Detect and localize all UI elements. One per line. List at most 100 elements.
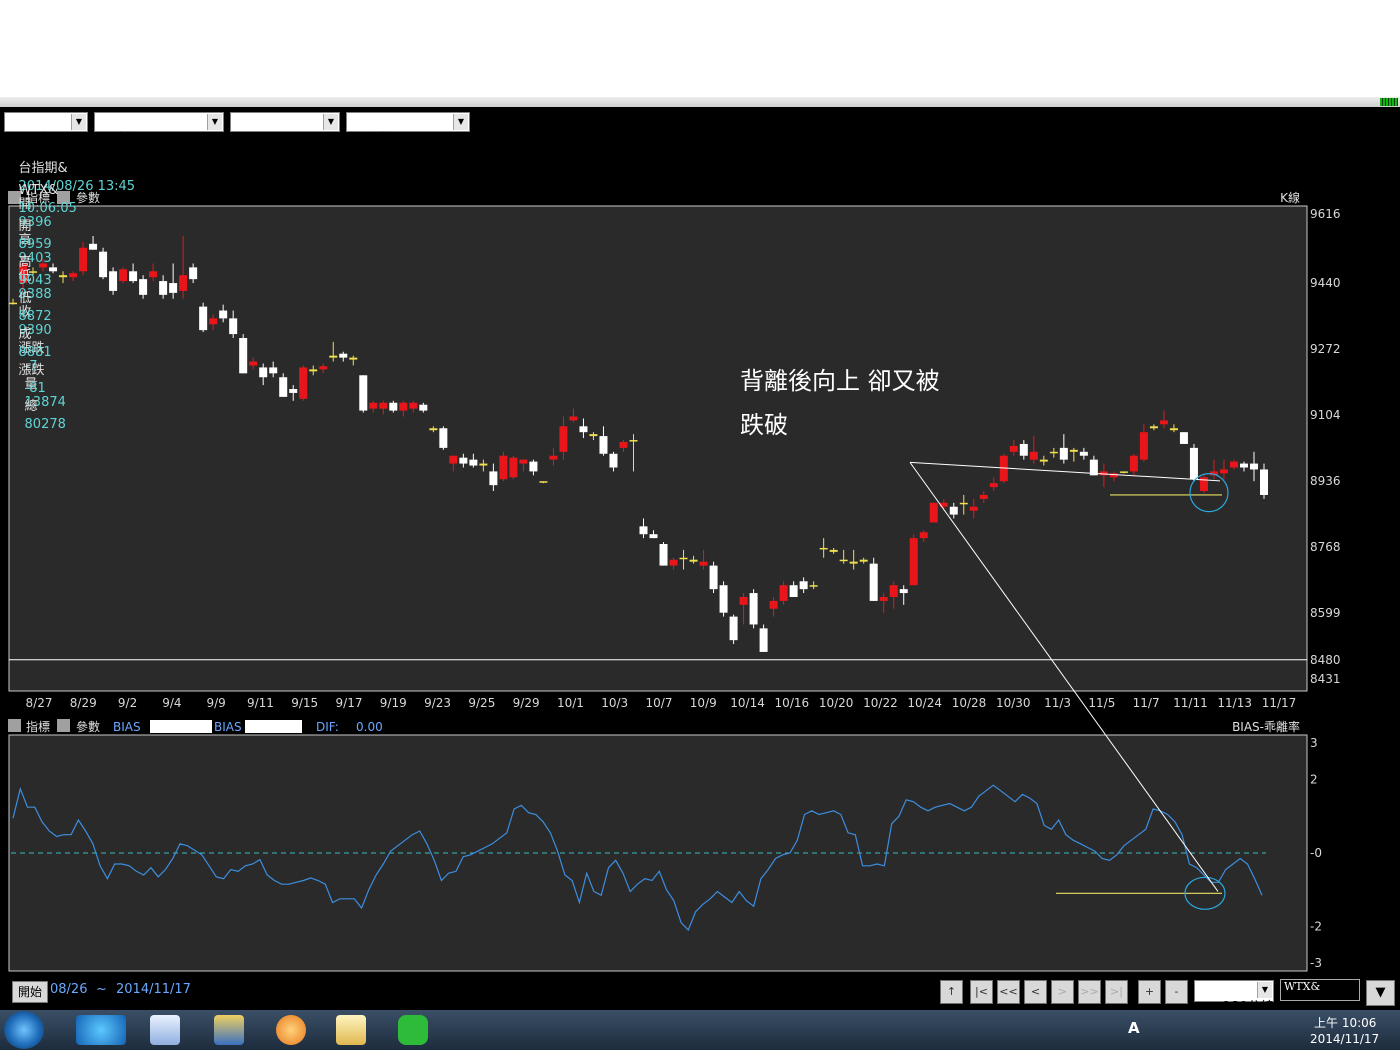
bias2-legend-label: BIAS (214, 720, 242, 734)
x-tick-label: 10/20 (819, 696, 854, 710)
start-button[interactable]: 開始 (12, 981, 48, 1003)
candle-body (299, 367, 308, 399)
bias-legend-label: BIAS (113, 720, 141, 734)
chevron-down-icon[interactable]: ▼ (323, 114, 338, 130)
y-tick-label: 8431 (1310, 672, 1341, 686)
main-plot-area (8, 205, 1308, 692)
clock-time: 上午 10:06 (1314, 1016, 1377, 1030)
symbol-dropdown-button[interactable]: ▼ (1366, 980, 1395, 1006)
candle-body (1229, 461, 1238, 468)
y-tick-label: 8936 (1310, 474, 1341, 488)
annotation-line1: 背離後向上 卻又被 (740, 367, 940, 395)
candle-body (389, 402, 398, 411)
candle-body (369, 402, 378, 409)
candle-body (149, 271, 158, 278)
candle-body (899, 589, 908, 594)
candle-body (909, 538, 918, 586)
nav-back-button[interactable]: < (1024, 980, 1047, 1004)
candle-body (759, 628, 768, 652)
browser-icon[interactable] (276, 1015, 306, 1045)
x-tick-label: 10/1 (557, 696, 584, 710)
candle-body (1029, 451, 1038, 460)
nav-fast-forward-button[interactable]: >> (1078, 980, 1101, 1004)
interval-select[interactable]: 180分線 ▼ (1194, 980, 1274, 1015)
candle-body (619, 441, 628, 448)
product-select[interactable]: 全商品 (ALL) ▼ (94, 112, 224, 147)
y-tick-label: 9616 (1310, 207, 1341, 221)
candle-body (269, 367, 278, 374)
symbol-input[interactable]: WTX& (1280, 979, 1360, 1001)
start-orb-icon[interactable] (4, 1011, 44, 1049)
y-tick-label: 9440 (1310, 276, 1341, 290)
line-app-icon[interactable] (398, 1015, 428, 1045)
candle-body (159, 281, 168, 295)
nav-last-button[interactable]: >| (1105, 980, 1128, 1004)
candle-body (979, 494, 988, 499)
param-tab-icon (57, 719, 70, 732)
market-select[interactable]: 期貨 ▼ (4, 112, 88, 147)
nav-first-button[interactable]: |< (970, 980, 993, 1004)
x-tick-label: 11/7 (1133, 696, 1160, 710)
contract-select[interactable]: 台指期1114 ▼ (346, 112, 470, 147)
nav-up-button[interactable]: ↑ (940, 980, 963, 1004)
candle-body (469, 459, 478, 466)
x-tick-label: 8/29 (70, 696, 97, 710)
x-tick-label: 10/24 (907, 696, 942, 710)
candle-body (1179, 432, 1188, 444)
candle-body (99, 251, 108, 278)
x-tick-label: 9/15 (291, 696, 318, 710)
candle-body (989, 483, 998, 488)
chevron-down-icon[interactable]: ▼ (207, 114, 222, 130)
candle-body (1219, 469, 1228, 474)
ime-mode-indicator[interactable]: A (1128, 1019, 1140, 1037)
candle-body (929, 502, 938, 523)
blank-margin (0, 0, 1400, 97)
candle-body (739, 596, 748, 605)
change-value: -81 (24, 381, 46, 396)
app-shortcut-icon[interactable] (214, 1015, 244, 1045)
candle-body (439, 428, 448, 448)
bias-y-tick-label: 2 (1310, 773, 1318, 787)
candle-body (69, 273, 78, 278)
indicator-tab-icon (8, 719, 21, 732)
candle-body (609, 453, 618, 468)
candle-body (179, 275, 188, 291)
chevron-down-icon[interactable]: ▼ (71, 114, 86, 130)
total-volume-value: 80278 (24, 417, 66, 432)
contract-month-select[interactable]: 近一 ▼ (230, 112, 340, 147)
candle-body (769, 600, 778, 609)
chevron-down-icon[interactable]: ▼ (1257, 982, 1272, 998)
zoom-out-button[interactable]: - (1165, 980, 1188, 1004)
open-value: 8959 (18, 237, 52, 252)
dif-value: 0.00 (356, 720, 383, 734)
nav-forward-button[interactable]: > (1051, 980, 1074, 1004)
candle-body (549, 455, 558, 460)
open-label: 開 (18, 219, 32, 234)
change-label: 漲跌 (18, 363, 45, 378)
zoom-in-button[interactable]: + (1138, 980, 1161, 1004)
x-tick-label: 10/30 (996, 696, 1031, 710)
range-end: 2014/11/17 (116, 982, 191, 997)
clock-date: 2014/11/17 (1310, 1032, 1380, 1046)
candle-body (349, 357, 358, 360)
chevron-down-icon[interactable]: ▼ (453, 114, 468, 130)
low-label: 低 (18, 291, 32, 306)
candle-body (669, 559, 678, 566)
candle-body (859, 559, 868, 562)
candle-body (1119, 471, 1128, 473)
candle-body (1189, 447, 1198, 480)
candle-body (1169, 428, 1178, 431)
annotation-line2: 跌破 (740, 411, 788, 439)
candle-body (249, 361, 258, 366)
bias-y-tick-label: 3 (1310, 736, 1318, 750)
contract-select-value: 台指期1114 (366, 132, 439, 147)
nav-fast-back-button[interactable]: << (997, 980, 1020, 1004)
candle-body (649, 534, 658, 539)
x-tick-label: 9/17 (336, 696, 363, 710)
candle-body (1129, 455, 1138, 472)
internet-explorer-icon[interactable] (76, 1015, 126, 1045)
media-player-icon[interactable] (150, 1015, 180, 1045)
candle-body (59, 275, 68, 278)
y-tick-label: 8768 (1310, 540, 1341, 554)
folder-icon[interactable] (336, 1015, 366, 1045)
